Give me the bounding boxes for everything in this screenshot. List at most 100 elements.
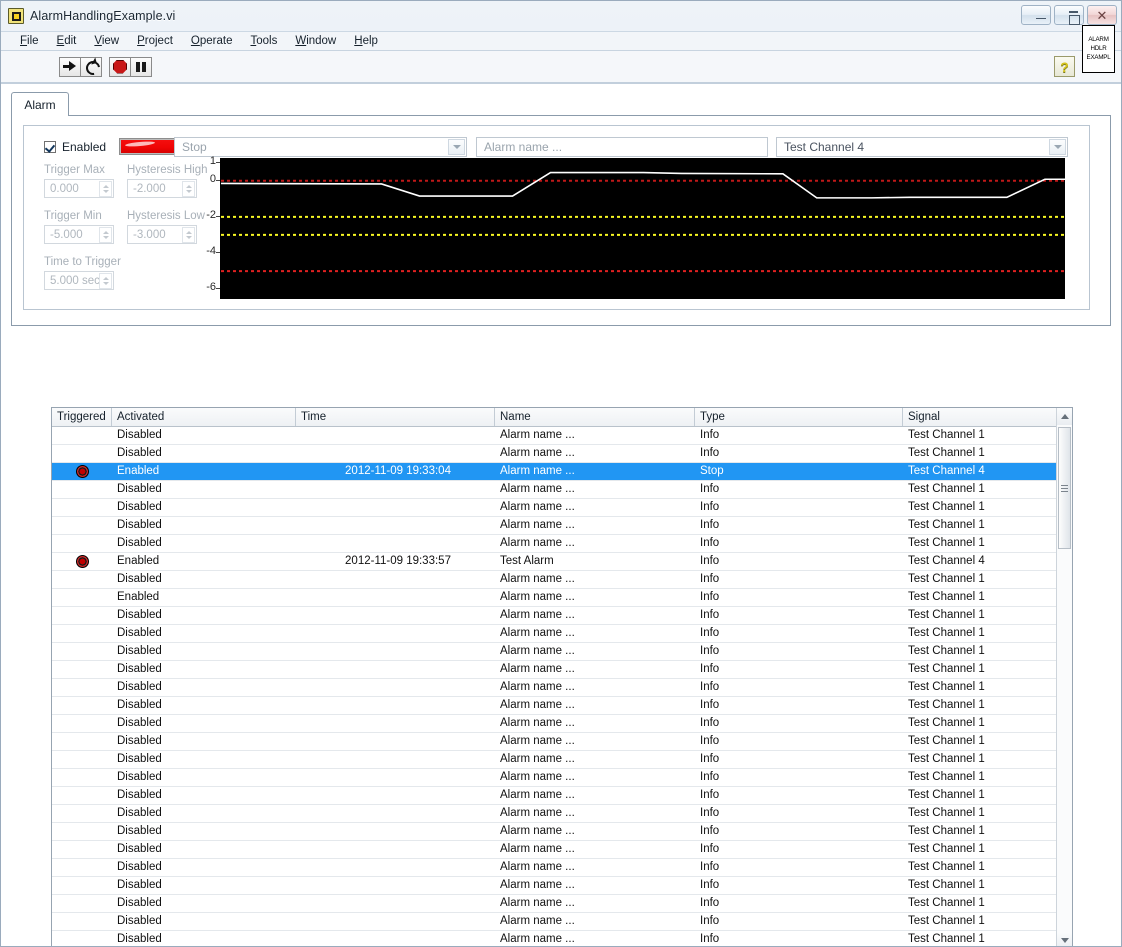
context-help-button[interactable]: ? — [1054, 56, 1075, 77]
tab-alarm[interactable]: Alarm — [11, 92, 69, 116]
column-header-type[interactable]: Type — [695, 408, 903, 426]
triggered-led-icon — [75, 555, 89, 568]
table-row[interactable]: Disabled Alarm name ... Info Test Channel 1 — [52, 805, 1072, 823]
scrollbar-thumb[interactable] — [1058, 427, 1071, 549]
table-row[interactable]: Disabled Alarm name ... Info Test Channel 1 — [52, 841, 1072, 859]
signal-dropdown[interactable]: Test Channel 4 — [776, 137, 1068, 157]
menu-tools[interactable]: Tools — [241, 33, 286, 49]
cell-name: Alarm name ... — [500, 897, 575, 909]
run-continuously-button[interactable] — [80, 56, 102, 77]
cell-activated: Disabled — [117, 663, 162, 675]
cell-name: Alarm name ... — [500, 501, 575, 513]
table-row[interactable]: Disabled Alarm name ... Info Test Channel 1 — [52, 481, 1072, 499]
table-row[interactable]: Disabled Alarm name ... Info Test Channel 1 — [52, 787, 1072, 805]
table-row[interactable]: Disabled Alarm name ... Info Test Channel 1 — [52, 733, 1072, 751]
cell-signal: Test Channel 1 — [908, 519, 985, 531]
hysteresis-high-input[interactable]: -2.000 — [127, 179, 197, 198]
cell-type: Info — [700, 753, 720, 765]
column-header-name[interactable]: Name — [495, 408, 695, 426]
table-row[interactable]: Disabled Alarm name ... Info Test Channel 1 — [52, 427, 1072, 445]
menu-help[interactable]: Help — [345, 33, 387, 49]
time-to-trigger-label: Time to Trigger — [44, 256, 121, 268]
abort-execution-button[interactable] — [109, 56, 131, 77]
scroll-down-button[interactable] — [1057, 932, 1072, 946]
menu-operate[interactable]: Operate — [182, 33, 242, 49]
cell-type: Info — [700, 627, 720, 639]
table-row[interactable]: Disabled Alarm name ... Info Test Channel 1 — [52, 895, 1072, 913]
waveform-chart-svg — [220, 171, 1066, 273]
chevron-down-icon[interactable] — [1049, 139, 1066, 155]
hysteresis-low-input[interactable]: -3.000 — [127, 225, 197, 244]
table-row[interactable]: Enabled 2012-11-09 19:33:04 Alarm name ...… — [52, 463, 1072, 481]
tab-page-alarm: Enabled Stop Alarm name ... Test Channel… — [11, 115, 1111, 326]
trigger-min-stepper[interactable] — [99, 227, 112, 243]
vi-icon-pane[interactable]: ALARM HDLR EXAMPL — [1082, 25, 1115, 73]
table-row[interactable]: Disabled Alarm name ... Info Test Channel 1 — [52, 517, 1072, 535]
table-row[interactable]: Disabled Alarm name ... Info Test Channel 1 — [52, 823, 1072, 841]
table-row[interactable]: Disabled Alarm name ... Info Test Channel 1 — [52, 751, 1072, 769]
pause-button[interactable] — [130, 56, 152, 77]
menu-file[interactable]: File — [11, 33, 48, 49]
table-row[interactable]: Disabled Alarm name ... Info Test Channel 1 — [52, 571, 1072, 589]
cell-type: Info — [700, 897, 720, 909]
tab-control: Alarm Enabled Stop Alarm name ... Test C… — [11, 92, 1111, 326]
table-row[interactable]: Disabled Alarm name ... Info Test Channel 1 — [52, 697, 1072, 715]
close-button[interactable]: ✕ — [1087, 5, 1117, 25]
cell-activated: Disabled — [117, 483, 162, 495]
scrollbar-track[interactable] — [1057, 425, 1072, 932]
cell-signal: Test Channel 1 — [908, 501, 985, 513]
cell-signal: Test Channel 1 — [908, 897, 985, 909]
column-header-time[interactable]: Time — [296, 408, 495, 426]
exec-group — [109, 56, 152, 77]
run-button[interactable] — [59, 56, 81, 77]
cell-signal: Test Channel 1 — [908, 447, 985, 459]
table-row[interactable]: Disabled Alarm name ... Info Test Channel 1 — [52, 877, 1072, 895]
scroll-up-button[interactable] — [1057, 408, 1072, 425]
menu-project[interactable]: Project — [128, 33, 182, 49]
cell-time: 2012-11-09 19:33:57 — [345, 555, 451, 567]
alarm-table[interactable]: Triggered Activated Time Name Type Signa… — [51, 407, 1073, 946]
maximize-button[interactable] — [1054, 5, 1084, 25]
alarm-name-input[interactable]: Alarm name ... — [476, 137, 768, 157]
table-row[interactable]: Disabled Alarm name ... Info Test Channel 1 — [52, 679, 1072, 697]
table-row[interactable]: Disabled Alarm name ... Info Test Channel 1 — [52, 913, 1072, 931]
enabled-control[interactable]: Enabled — [44, 140, 106, 154]
table-row[interactable]: Disabled Alarm name ... Info Test Channel 1 — [52, 643, 1072, 661]
cell-name: Alarm name ... — [500, 645, 575, 657]
table-body: Disabled Alarm name ... Info Test Channel 1… — [52, 427, 1072, 946]
table-row[interactable]: Disabled Alarm name ... Info Test Channel 1 — [52, 607, 1072, 625]
chevron-down-icon[interactable] — [448, 139, 465, 155]
chevron-down-icon — [1060, 938, 1069, 943]
table-row[interactable]: Disabled Alarm name ... Info Test Channel 1 — [52, 769, 1072, 787]
table-row[interactable]: Enabled 2012-11-09 19:33:57 Test Alarm Info… — [52, 553, 1072, 571]
table-row[interactable]: Disabled Alarm name ... Info Test Channel 1 — [52, 931, 1072, 946]
column-header-triggered[interactable]: Triggered — [52, 408, 112, 426]
time-to-trigger-stepper[interactable] — [99, 273, 112, 289]
table-vertical-scrollbar[interactable] — [1056, 408, 1072, 946]
waveform-chart[interactable] — [220, 158, 1066, 299]
cell-name: Alarm name ... — [500, 807, 575, 819]
time-to-trigger-input[interactable]: 5.000 sec — [44, 271, 114, 290]
menu-window[interactable]: Window — [286, 33, 345, 49]
toolbar: ? ALARM HDLR EXAMPL — [1, 25, 1121, 83]
column-header-signal[interactable]: Signal — [903, 408, 1057, 426]
table-row[interactable]: Disabled Alarm name ... Info Test Channel 1 — [52, 445, 1072, 463]
table-row[interactable]: Disabled Alarm name ... Info Test Channel 1 — [52, 625, 1072, 643]
table-row[interactable]: Enabled Alarm name ... Info Test Channel 1 — [52, 589, 1072, 607]
table-row[interactable]: Disabled Alarm name ... Info Test Channel 1 — [52, 661, 1072, 679]
vi-icon-line-2: HDLR — [1090, 45, 1107, 52]
table-row[interactable]: Disabled Alarm name ... Info Test Channel 1 — [52, 715, 1072, 733]
menu-view[interactable]: View — [85, 33, 128, 49]
cell-name: Alarm name ... — [500, 447, 575, 459]
minimize-button[interactable] — [1021, 5, 1051, 25]
column-header-activated[interactable]: Activated — [112, 408, 296, 426]
enabled-checkbox[interactable] — [44, 141, 56, 153]
trigger-min-input[interactable]: -5.000 — [44, 225, 114, 244]
table-row[interactable]: Disabled Alarm name ... Info Test Channel 1 — [52, 499, 1072, 517]
trigger-max-input[interactable]: 0.000 — [44, 179, 114, 198]
table-row[interactable]: Disabled Alarm name ... Info Test Channel 1 — [52, 535, 1072, 553]
cell-activated: Disabled — [117, 735, 162, 747]
table-row[interactable]: Disabled Alarm name ... Info Test Channel 1 — [52, 859, 1072, 877]
menu-edit[interactable]: Edit — [48, 33, 86, 49]
trigger-max-stepper[interactable] — [99, 181, 112, 197]
